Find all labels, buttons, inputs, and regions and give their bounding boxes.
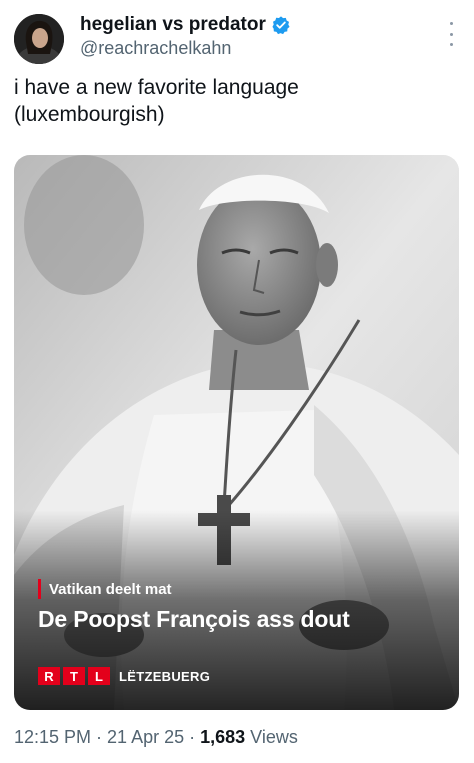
verified-badge-icon — [272, 16, 290, 35]
tweet-meta: 12:15 PM · 21 Apr 25 · 1,683 Views — [14, 727, 298, 748]
avatar-photo — [14, 14, 64, 64]
rtl-brand-text: LËTZEBUERG — [119, 668, 211, 684]
author-display-name[interactable]: hegelian vs predator — [80, 14, 266, 36]
kicker-text: Vatikan deelt mat — [49, 580, 172, 598]
tweet-date[interactable]: 21 Apr 25 — [107, 727, 184, 748]
meta-separator: · — [96, 727, 103, 747]
author-handle[interactable]: @reachrachelkahn — [80, 38, 291, 59]
rtl-letter-l: L — [88, 667, 110, 685]
rtl-letter-t: T — [63, 667, 85, 685]
kicker-accent-bar — [38, 579, 41, 599]
views-label: Views — [250, 727, 298, 747]
views-count[interactable]: 1,683 — [200, 727, 245, 748]
avatar[interactable] — [14, 14, 64, 64]
rtl-logo: R T L LËTZEBUERG — [38, 667, 210, 685]
tweet-media-image[interactable]: Vatikan deelt mat De Poopst François ass… — [14, 155, 459, 710]
media-headline: De Poopst François ass dout — [38, 606, 350, 632]
tweet-text: i have a new favorite language (luxembou… — [14, 76, 299, 126]
tweet-header: hegelian vs predator @reachrachelkahn — [14, 12, 460, 68]
tweet-time[interactable]: 12:15 PM — [14, 727, 91, 748]
rtl-letter-r: R — [38, 667, 60, 685]
media-kicker: Vatikan deelt mat — [38, 579, 172, 599]
more-options-icon[interactable] — [446, 22, 456, 46]
meta-separator: · — [189, 727, 196, 747]
